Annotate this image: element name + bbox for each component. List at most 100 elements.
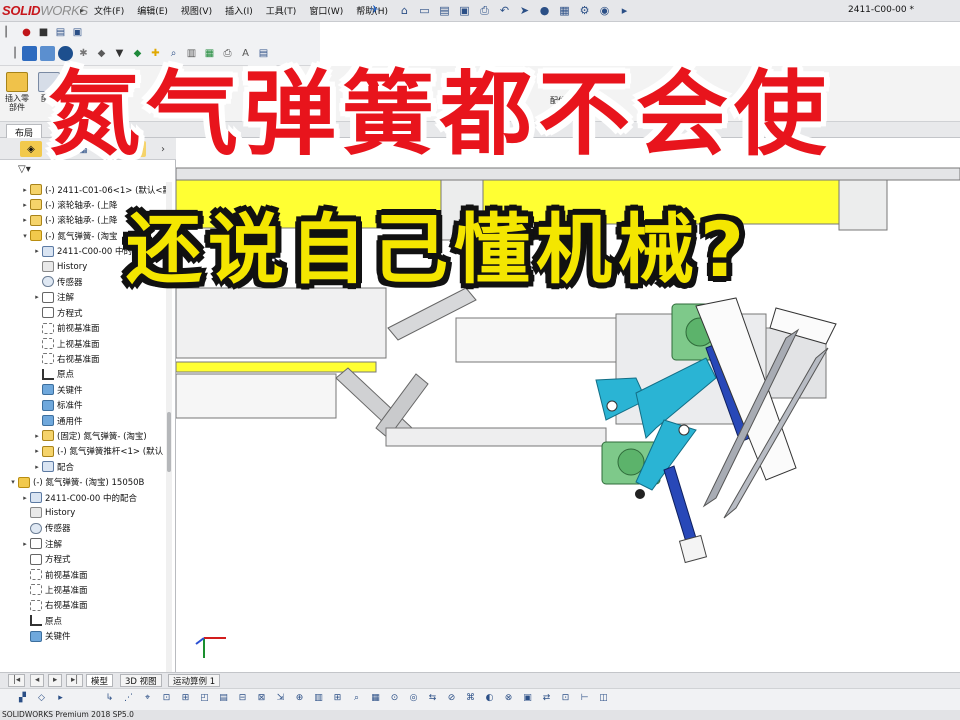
print-icon[interactable]: ⎙ xyxy=(476,2,493,19)
tree-item[interactable]: ▸ 注解 xyxy=(20,536,62,551)
record-macro-icon[interactable]: ● xyxy=(19,25,34,40)
pin-menu-icon[interactable]: ✈ xyxy=(370,3,379,16)
tab-nav-prev-icon[interactable]: ◂ xyxy=(30,674,45,687)
heads-up-tool-15-icon[interactable]: ⊞ xyxy=(331,693,344,706)
tree-item[interactable]: 方程式 xyxy=(20,552,71,567)
logo-menu-caret-icon[interactable]: ▸ xyxy=(80,6,84,15)
feature-tree-tab-icon[interactable]: ◈ xyxy=(20,141,42,157)
menu-item-5[interactable]: 窗口(W) xyxy=(309,4,343,17)
edit-macro-icon[interactable]: ▤ xyxy=(53,25,68,40)
menu-item-3[interactable]: 插入(I) xyxy=(225,4,253,17)
toolbar-handle-icon[interactable]: ▕ xyxy=(4,46,19,61)
tree-item[interactable]: ▸ 注解 xyxy=(32,290,74,305)
display-pane-icon[interactable] xyxy=(22,46,37,61)
save-icon[interactable]: ▣ xyxy=(456,2,473,19)
new-macro-icon[interactable]: ▣ xyxy=(70,25,85,40)
heads-up-tool-29-icon[interactable]: ◫ xyxy=(597,693,610,706)
heads-up-tool-1-icon[interactable]: ◇ xyxy=(35,693,48,706)
new-document-icon[interactable]: ▭ xyxy=(416,2,433,19)
bottom-tab-1[interactable]: 3D 视图 xyxy=(120,674,162,687)
solidworks-logo[interactable]: SOLIDWORKS xyxy=(2,3,88,18)
menu-item-1[interactable]: 编辑(E) xyxy=(137,4,168,17)
heads-up-tool-14-icon[interactable]: ▥ xyxy=(312,693,325,706)
expand-arrow-icon[interactable]: ▸ xyxy=(32,463,42,471)
heads-up-tool-25-icon[interactable]: ▣ xyxy=(521,693,534,706)
tree-item[interactable]: ▾ (-) 氮气弹簧- (淘宝 xyxy=(20,228,118,243)
tree-item[interactable]: 前视基准面 xyxy=(32,321,100,336)
tree-item[interactable]: ▸ (-) 氮气弹簧推杆<1> (默认 xyxy=(32,444,163,459)
tree-item[interactable]: ▸ (-) 滚轮轴承- (上降 xyxy=(20,213,118,228)
toolbar-more-icon[interactable]: ▸ xyxy=(616,2,633,19)
heads-up-tool-16-icon[interactable]: ⌕ xyxy=(350,693,363,706)
excel-icon[interactable]: ▦ xyxy=(202,46,217,61)
expand-arrow-icon[interactable]: ▸ xyxy=(32,293,42,301)
heads-up-tool-4-icon[interactable]: ⋰ xyxy=(122,693,135,706)
heads-up-tool-20-icon[interactable]: ⇆ xyxy=(426,693,439,706)
bottom-tab-2[interactable]: 运动算例 1 xyxy=(168,674,221,687)
heads-up-tool-7-icon[interactable]: ⊞ xyxy=(179,693,192,706)
view-orientation-icon[interactable] xyxy=(40,46,55,61)
heads-up-tool-17-icon[interactable]: ▦ xyxy=(369,693,382,706)
heads-up-tool-5-icon[interactable]: ⌖ xyxy=(141,693,154,706)
heads-up-tool-26-icon[interactable]: ⇄ xyxy=(540,693,553,706)
shaded-view-icon[interactable]: ◆ xyxy=(94,46,109,61)
tree-item[interactable]: 右视基准面 xyxy=(20,598,88,613)
tree-item[interactable]: ▸ 配合 xyxy=(32,459,74,474)
insert-component-button[interactable]: 插入零部件 xyxy=(4,72,30,112)
scene-icon[interactable]: ✚ xyxy=(148,46,163,61)
text-icon[interactable]: A xyxy=(238,46,253,61)
tab-nav-next-icon[interactable]: ▸ xyxy=(48,674,63,687)
menu-item-0[interactable]: 文件(F) xyxy=(94,4,124,17)
tree-item[interactable]: ▾ (-) 氮气弹簧- (淘宝) 15050B xyxy=(8,475,144,490)
tree-item[interactable]: 标准件 xyxy=(32,398,83,413)
heads-up-tool-28-icon[interactable]: ⊢ xyxy=(578,693,591,706)
tree-item[interactable]: ▸ (-) 滚轮轴承- (上降 xyxy=(20,197,118,212)
open-folder-icon[interactable]: ▤ xyxy=(436,2,453,19)
heads-up-tool-3-icon[interactable]: ↳ xyxy=(103,693,116,706)
tree-item[interactable]: History xyxy=(32,259,87,274)
print-preview-icon[interactable]: ⎙ xyxy=(220,46,235,61)
heads-up-tool-6-icon[interactable]: ⊡ xyxy=(160,693,173,706)
heads-up-tool-11-icon[interactable]: ⊠ xyxy=(255,693,268,706)
zoom-icon[interactable]: ⌕ xyxy=(166,46,181,61)
tab-nav-last-icon[interactable]: ▸| xyxy=(66,674,84,687)
tree-item[interactable]: 右视基准面 xyxy=(32,351,100,366)
hide-show-icon[interactable]: ◆ xyxy=(130,46,145,61)
bottom-tab-0[interactable]: 模型 xyxy=(86,674,114,687)
tree-item[interactable]: History xyxy=(20,505,75,520)
tree-item[interactable]: 关键件 xyxy=(32,382,83,397)
filter-icon[interactable]: ▽▾ xyxy=(18,164,31,175)
tree-item[interactable]: 原点 xyxy=(32,367,74,382)
options-gear-icon[interactable]: ⚙ xyxy=(576,2,593,19)
heads-up-tool-27-icon[interactable]: ⊡ xyxy=(559,693,572,706)
tree-item[interactable]: 上视基准面 xyxy=(32,336,100,351)
heads-up-tool-21-icon[interactable]: ⊘ xyxy=(445,693,458,706)
appearance-sphere-icon[interactable]: ◉ xyxy=(596,2,613,19)
heads-up-tool-2-icon[interactable]: ▸ xyxy=(54,693,67,706)
heads-up-tool-22-icon[interactable]: ⌘ xyxy=(464,693,477,706)
pin-toolbar-icon[interactable]: ▏ xyxy=(2,25,17,40)
heads-up-tool-8-icon[interactable]: ◰ xyxy=(198,693,211,706)
home-icon[interactable]: ⌂ xyxy=(396,2,413,19)
expand-arrow-icon[interactable]: ▸ xyxy=(32,447,42,455)
expand-arrow-icon[interactable]: ▸ xyxy=(20,186,30,194)
heads-up-tool-24-icon[interactable]: ⊗ xyxy=(502,693,515,706)
heads-up-tool-19-icon[interactable]: ◎ xyxy=(407,693,420,706)
heads-up-tool-10-icon[interactable]: ⊟ xyxy=(236,693,249,706)
tree-item[interactable]: 传感器 xyxy=(32,274,83,289)
heads-up-tool-13-icon[interactable]: ⊕ xyxy=(293,693,306,706)
heads-up-tool-18-icon[interactable]: ⊙ xyxy=(388,693,401,706)
rebuild-icon[interactable]: ● xyxy=(536,2,553,19)
expand-arrow-icon[interactable]: ▸ xyxy=(20,494,30,502)
collapse-arrow-icon[interactable]: ▾ xyxy=(8,478,18,486)
expand-arrow-icon[interactable]: ▸ xyxy=(20,540,30,548)
menu-item-4[interactable]: 工具(T) xyxy=(266,4,297,17)
tree-item[interactable]: ▸ (固定) 氮气弹簧- (淘宝) xyxy=(32,428,147,443)
expand-arrow-icon[interactable]: ▸ xyxy=(32,247,42,255)
properties-icon[interactable]: ▤ xyxy=(256,46,271,61)
tree-item[interactable]: 原点 xyxy=(20,613,62,628)
scrollbar-thumb[interactable] xyxy=(167,412,171,472)
collapse-arrow-icon[interactable]: ▾ xyxy=(20,232,30,240)
tree-item[interactable]: 上视基准面 xyxy=(20,582,88,597)
select-cursor-icon[interactable]: ➤ xyxy=(516,2,533,19)
